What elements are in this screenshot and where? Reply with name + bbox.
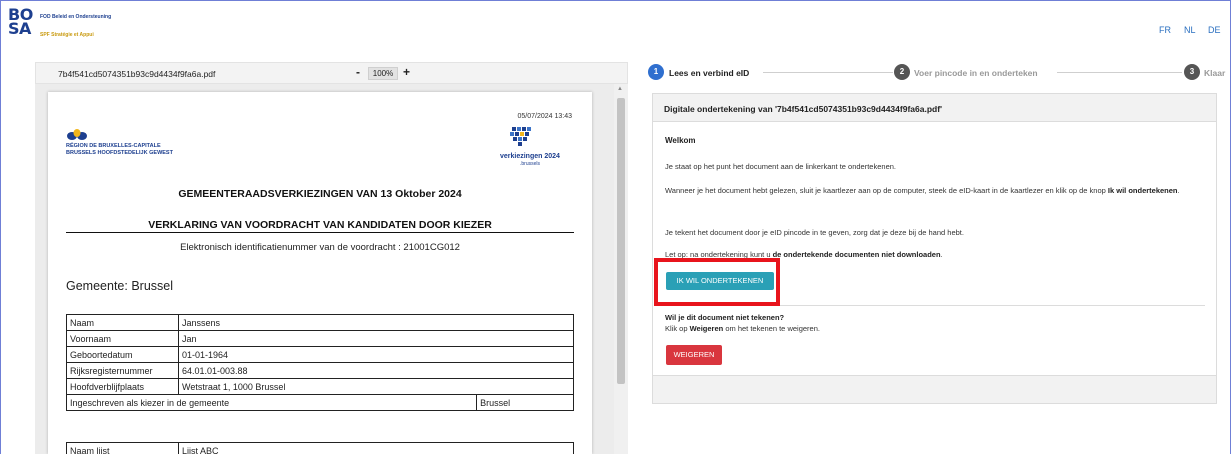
table-row: Ingeschreven als kiezer in de gemeente B… <box>65 394 574 411</box>
table-cell: 01-01-1964 <box>178 346 574 363</box>
elections-logo-sub: .brussels <box>520 161 541 167</box>
pdf-page: 05/07/2024 13:43 RÉGION DE BRUXELLES-CAP… <box>48 92 592 454</box>
table-cell: Ingeschreven als kiezer in de gemeente <box>65 394 478 411</box>
table-row: Voornaam Jan <box>66 330 574 347</box>
elections-2024-logo: verkiezingen 2024 .brussels <box>500 126 580 172</box>
municipality-heading: Gemeente: Brussel <box>66 279 173 293</box>
step-connector <box>763 72 893 73</box>
list-details-table: Naam lijst Lijst ABC <box>66 442 574 454</box>
lang-de-link[interactable]: DE <box>1208 25 1221 35</box>
intro-text: Je staat op het punt het document aan de… <box>665 162 896 171</box>
step-1-label: Lees en verbind eID <box>669 68 750 78</box>
table-cell: Naam <box>66 314 179 331</box>
region-name: RÉGION DE BRUXELLES-CAPITALE BRUSSELS HO… <box>66 143 173 156</box>
pdf-toolbar: 7b4f541cd5074351b93c9d4434f9fa6a.pdf - 1… <box>35 62 628 84</box>
org-name-nl: FOD Beleid en Ondersteuning <box>40 14 112 20</box>
signing-panel: Digitale ondertekening van '7b4f541cd507… <box>652 93 1217 404</box>
org-name-fr: SPF Stratégie et Appui <box>40 32 94 38</box>
document-divider <box>66 232 574 233</box>
bosa-logo-mark: BO SA <box>8 5 33 38</box>
document-title: GEMEENTERAADSVERKIEZINGEN VAN 13 Oktober… <box>178 188 462 200</box>
table-row: Geboortedatum 01-01-1964 <box>66 346 574 363</box>
table-cell: Brussel <box>476 394 574 411</box>
sign-button-highlight <box>654 258 780 306</box>
zoom-out-button[interactable]: - <box>356 65 360 79</box>
step-3-label: Klaar <box>1204 68 1226 78</box>
step-1-indicator: 1 <box>648 64 664 80</box>
zoom-in-button[interactable]: + <box>403 65 410 79</box>
instructions-text: Wanneer je het document hebt gelezen, sl… <box>665 186 1180 195</box>
table-cell: Geboortedatum <box>66 346 179 363</box>
panel-title: Digitale ondertekening van '7b4f541cd507… <box>664 104 943 114</box>
elections-logo-text: verkiezingen 2024 <box>500 153 560 160</box>
table-cell: Jan <box>178 330 574 347</box>
lang-nl-link[interactable]: NL <box>1184 25 1196 35</box>
lang-fr-link[interactable]: FR <box>1159 25 1171 35</box>
table-cell: Lijst ABC <box>178 442 574 454</box>
table-cell: Wetstraat 1, 1000 Brussel <box>178 378 574 395</box>
document-identifier: Elektronisch identificatienummer van de … <box>180 242 460 253</box>
refuse-text: Klik op Weigeren om het tekenen te weige… <box>665 324 820 333</box>
step-3-indicator: 3 <box>1184 64 1200 80</box>
refuse-heading: Wil je dit document niet tekenen? <box>665 313 785 322</box>
table-row: Hoofdverblijfplaats Wetstraat 1, 1000 Br… <box>66 378 574 395</box>
table-cell: Voornaam <box>66 330 179 347</box>
step-2-label: Voer pincode in en onderteken <box>914 68 1038 78</box>
panel-footer <box>653 375 1216 403</box>
table-cell: Janssens <box>178 314 574 331</box>
table-cell: Naam lijst <box>66 442 179 454</box>
pdf-scrollbar[interactable]: ▲ <box>614 84 628 454</box>
pincode-text: Je tekent het document door je eID pinco… <box>665 228 964 237</box>
scroll-up-icon[interactable]: ▲ <box>617 86 623 92</box>
table-row: Naam Janssens <box>66 314 574 331</box>
table-row: Rijksregisternummer 64.01.01-003.88 <box>66 362 574 379</box>
document-date: 05/07/2024 13:43 <box>517 113 573 120</box>
refuse-button[interactable]: WEIGEREN <box>666 345 722 365</box>
voter-details-table: Naam Janssens Voornaam Jan Geboortedatum… <box>65 314 574 411</box>
step-connector <box>1057 72 1182 73</box>
elections-grid-icon <box>510 127 531 146</box>
pdf-viewer[interactable]: 05/07/2024 13:43 RÉGION DE BRUXELLES-CAP… <box>35 84 628 454</box>
table-cell: Rijksregisternummer <box>66 362 179 379</box>
table-cell: 64.01.01-003.88 <box>178 362 574 379</box>
pdf-filename: 7b4f541cd5074351b93c9d4434f9fa6a.pdf <box>58 69 216 79</box>
step-2-indicator: 2 <box>894 64 910 80</box>
document-subtitle: VERKLARING VAN VOORDRACHT VAN KANDIDATEN… <box>148 219 492 231</box>
zoom-level[interactable]: 100% <box>368 67 398 80</box>
scroll-thumb[interactable] <box>617 98 625 384</box>
panel-header: Digitale ondertekening van '7b4f541cd507… <box>653 94 1216 122</box>
table-cell: Hoofdverblijfplaats <box>66 378 179 395</box>
iris-icon <box>67 129 87 140</box>
table-row: Naam lijst Lijst ABC <box>66 442 574 454</box>
welcome-heading: Welkom <box>665 136 696 145</box>
